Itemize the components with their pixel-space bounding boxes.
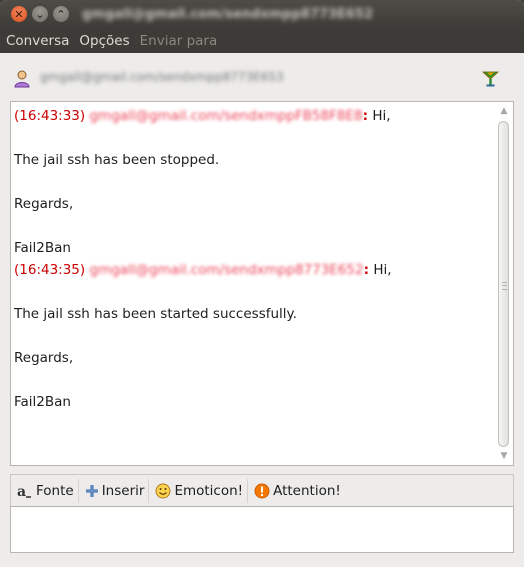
- font-button-label: Fonte: [36, 482, 74, 499]
- grip-icon: [502, 282, 507, 290]
- scroll-down-icon[interactable]: ▼: [498, 450, 510, 462]
- scroll-up-icon[interactable]: ▲: [498, 105, 510, 117]
- sender-colon: :: [362, 108, 369, 124]
- menu-opcoes[interactable]: Opções: [74, 33, 134, 49]
- smiley-icon: [155, 483, 171, 498]
- message-input[interactable]: [10, 506, 514, 553]
- message-line: [14, 325, 494, 347]
- message-line: [14, 171, 494, 193]
- close-icon: ✕: [14, 7, 24, 21]
- insert-button[interactable]: Inserir: [79, 478, 150, 503]
- close-window-button[interactable]: ✕: [11, 6, 27, 22]
- minimize-icon: ⌄: [35, 7, 45, 21]
- message-line: Hi,: [372, 108, 391, 124]
- message-line: [14, 281, 494, 303]
- message-line: [14, 127, 494, 149]
- warning-icon: [254, 483, 270, 498]
- sender-colon: :: [363, 262, 370, 278]
- scrollbar-thumb[interactable]: [498, 121, 509, 447]
- message-timestamp: (16:43:33): [14, 108, 86, 124]
- font-icon: a: [17, 484, 31, 498]
- encryption-status-icon[interactable]: [482, 70, 499, 87]
- message-line: Regards,: [14, 196, 74, 212]
- message-line: [14, 215, 494, 237]
- menu-enviar-para[interactable]: Enviar para: [135, 33, 223, 49]
- message-line: The jail ssh has been started successful…: [14, 306, 297, 322]
- message-line: The jail ssh has been stopped.: [14, 152, 220, 168]
- message-timestamp: (16:43:35): [14, 262, 86, 278]
- person-icon: [14, 70, 30, 88]
- menu-bar: Conversa Opções Enviar para: [0, 29, 524, 53]
- message-line: [14, 369, 494, 391]
- plus-icon: [85, 484, 98, 497]
- message-line: Fail2Ban: [14, 240, 71, 256]
- message-header: (16:43:33) gmgall@gmail.com/sendxmppFB58…: [14, 105, 494, 127]
- contact-name: gmgall@gmail.com/sendxmpp8773E653: [40, 70, 284, 84]
- insert-button-label: Inserir: [101, 482, 145, 499]
- emoticon-button[interactable]: Emoticon!: [149, 478, 249, 503]
- title-bar: ✕ ⌄ ⌃ gmgall@gmail.com/sendxmpp8773E652: [0, 0, 524, 29]
- formatting-toolbar: a Fonte Inserir Emoticon! Attention!: [10, 474, 514, 506]
- chat-window: ✕ ⌄ ⌃ gmgall@gmail.com/sendxmpp8773E652 …: [0, 0, 524, 567]
- message-line: Regards,: [14, 350, 74, 366]
- minimize-window-button[interactable]: ⌄: [32, 6, 48, 22]
- maximize-icon: ⌃: [56, 7, 66, 21]
- attention-button-label: Attention!: [273, 482, 341, 499]
- message-header: (16:43:35) gmgall@gmail.com/sendxmpp8773…: [14, 259, 494, 281]
- message-line: Fail2Ban: [14, 394, 71, 410]
- attention-button[interactable]: Attention!: [248, 479, 345, 503]
- menu-conversa[interactable]: Conversa: [0, 33, 74, 49]
- svg-text:a: a: [17, 484, 26, 498]
- vertical-scrollbar[interactable]: ▲ ▼: [498, 105, 510, 462]
- contact-header: gmgall@gmail.com/sendxmpp8773E653: [0, 53, 524, 101]
- emoticon-button-label: Emoticon!: [174, 482, 244, 499]
- window-title: gmgall@gmail.com/sendxmpp8773E652: [82, 7, 374, 22]
- font-button[interactable]: a Fonte: [11, 478, 79, 503]
- message-sender: gmgall@gmail.com/sendxmpp8773E652: [89, 262, 364, 278]
- conversation-log[interactable]: (16:43:33) gmgall@gmail.com/sendxmppFB58…: [10, 101, 514, 466]
- message-sender: gmgall@gmail.com/sendxmppFB58F8E8: [89, 108, 363, 124]
- message-list: (16:43:33) gmgall@gmail.com/sendxmppFB58…: [14, 105, 494, 413]
- maximize-window-button[interactable]: ⌃: [53, 6, 69, 22]
- message-line: Hi,: [373, 262, 392, 278]
